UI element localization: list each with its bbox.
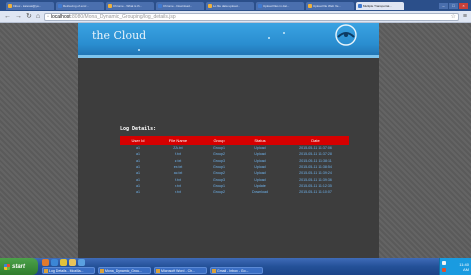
browser-tab[interactable]: Chrome - Download...	[156, 1, 204, 10]
tab-label: Chrome - What is th...	[113, 3, 143, 8]
back-icon[interactable]: ←	[4, 13, 11, 20]
taskbar-item[interactable]: Log Details - Mozilla...	[42, 267, 95, 274]
forward-icon[interactable]: →	[15, 13, 22, 20]
banner-title: the Cloud	[92, 29, 147, 42]
browser-tab[interactable]: Lo file data upload...	[206, 1, 254, 10]
taskbar-item[interactable]: Gmail - Inbox - Go...	[210, 267, 263, 274]
table-cell: Group2	[213, 190, 225, 195]
url-host: localhost	[50, 13, 71, 20]
tab-favicon-icon	[58, 3, 62, 8]
column-header: File Name	[156, 136, 200, 145]
tab-favicon-icon	[158, 3, 162, 8]
tab-favicon-icon	[208, 3, 212, 8]
table-header-row: User Id File Name Group Status Date	[120, 136, 349, 145]
tab-favicon-icon	[108, 3, 112, 8]
tab-label: Lo file data upload...	[213, 3, 241, 8]
page-icon: ▫	[47, 13, 49, 20]
table-row: a1 r.txt Group2 Download 2015-05-11 11:10:07	[120, 189, 349, 195]
firefox-icon[interactable]	[42, 259, 49, 266]
banner-sparkle	[268, 37, 270, 39]
maximize-button[interactable]: □	[449, 2, 458, 9]
table-cell: 2015-05-11 11:10:07	[299, 190, 332, 195]
taskbar-item-label: Mona_Dynamic_Grou...	[105, 268, 142, 273]
taskbar-item-label: Gmail - Inbox - Go...	[217, 268, 249, 273]
system-tray: 11:40 AM	[439, 258, 471, 275]
app-icon	[156, 268, 160, 273]
browser-tab[interactable]: Multiple Transportat...	[356, 1, 404, 10]
table-cell: Download	[252, 190, 268, 195]
tab-label: Upload files in dat...	[263, 3, 290, 8]
banner-stripe	[78, 55, 379, 58]
tab-favicon-icon	[8, 3, 12, 8]
taskbar-item-label: Microsoft Word - Ch...	[161, 268, 195, 273]
chrome-icon[interactable]	[60, 259, 67, 266]
reload-icon[interactable]: ↻	[26, 13, 32, 20]
url-path: :8080/Mona_Dynamic_Grouping/log_details.…	[70, 13, 176, 20]
url-input[interactable]: ▫ localhost:8080/Mona_Dynamic_Grouping/l…	[44, 12, 459, 21]
column-header: Status	[238, 136, 282, 145]
app-icon	[44, 268, 48, 273]
network-icon[interactable]	[442, 261, 446, 265]
browser-tab[interactable]: Retrieving of encr...	[56, 1, 104, 10]
browser-tab[interactable]: Inbox - kaiexat@ya...	[6, 1, 54, 10]
menu-icon[interactable]: ≡	[463, 13, 467, 20]
folder-icon[interactable]	[69, 259, 76, 266]
tab-label: Inbox - kaiexat@ya...	[13, 3, 42, 8]
banner-sparkle	[283, 32, 285, 34]
address-bar: ← → ↻ ⌂ ▫ localhost:8080/Mona_Dynamic_Gr…	[0, 11, 471, 23]
log-table: User Id File Name Group Status Date a1 ZA.txt…	[120, 136, 349, 195]
app-icon	[100, 268, 104, 273]
app-icon	[212, 268, 216, 273]
home-icon[interactable]: ⌂	[36, 13, 40, 20]
browser-tab[interactable]: Upload files in dat...	[256, 1, 304, 10]
media-icon[interactable]	[78, 259, 85, 266]
taskbar-item-label: Log Details - Mozilla...	[49, 268, 84, 273]
windows-logo-icon	[4, 263, 10, 270]
cloud-disc-icon	[335, 24, 357, 46]
tab-favicon-icon	[258, 3, 262, 8]
tab-label: Retrieving of encr...	[63, 3, 89, 8]
bookmark-star-icon[interactable]: ☆	[451, 13, 458, 20]
taskbar: start Log Details - Mozilla... Mona_Dynam…	[0, 258, 471, 275]
tab-label: Chrome - Download...	[163, 3, 193, 8]
table-cell: a1	[136, 190, 140, 195]
column-header: Group	[200, 136, 238, 145]
start-button[interactable]: start	[0, 258, 38, 275]
clock[interactable]: 11:40 AM	[459, 262, 469, 272]
browser-tab[interactable]: Upload file Web Ve...	[306, 1, 354, 10]
browser-tab[interactable]: Chrome - What is th...	[106, 1, 154, 10]
taskbar-item[interactable]: Mona_Dynamic_Grou...	[98, 267, 151, 274]
tab-favicon-icon	[358, 3, 362, 8]
page-viewport: the Cloud Log Details: User Id File Name G…	[0, 23, 471, 258]
clock-period: AM	[463, 267, 469, 272]
column-header: User Id	[120, 136, 156, 145]
table-cell: r.txt	[175, 190, 181, 195]
site-banner: the Cloud	[78, 23, 379, 58]
log-details-heading: Log Details:	[120, 126, 157, 132]
taskbar-items: Log Details - Mozilla... Mona_Dynamic_Gro…	[42, 267, 263, 274]
banner-sparkle	[138, 49, 140, 51]
content-panel: the Cloud Log Details: User Id File Name G…	[78, 23, 379, 258]
ie-icon[interactable]	[51, 259, 58, 266]
volume-icon[interactable]	[442, 268, 446, 272]
minimize-button[interactable]: –	[439, 2, 448, 9]
start-label: start	[12, 263, 26, 270]
column-header: Date	[282, 136, 349, 145]
tab-label: Upload file Web Ve...	[313, 3, 341, 8]
tab-favicon-icon	[308, 3, 312, 8]
browser-tab-strip: Inbox - kaiexat@ya... Retrieving of encr.…	[0, 0, 471, 11]
taskbar-item[interactable]: Microsoft Word - Ch...	[154, 267, 207, 274]
close-button[interactable]: ×	[459, 2, 468, 9]
table-body: a1 ZA.txt Group1 Upload 2015-05-11 11:37:06 a…	[120, 145, 349, 195]
tab-label: Multiple Transportat...	[363, 3, 392, 8]
quick-launch	[42, 259, 85, 266]
window-controls: – □ ×	[439, 2, 471, 9]
